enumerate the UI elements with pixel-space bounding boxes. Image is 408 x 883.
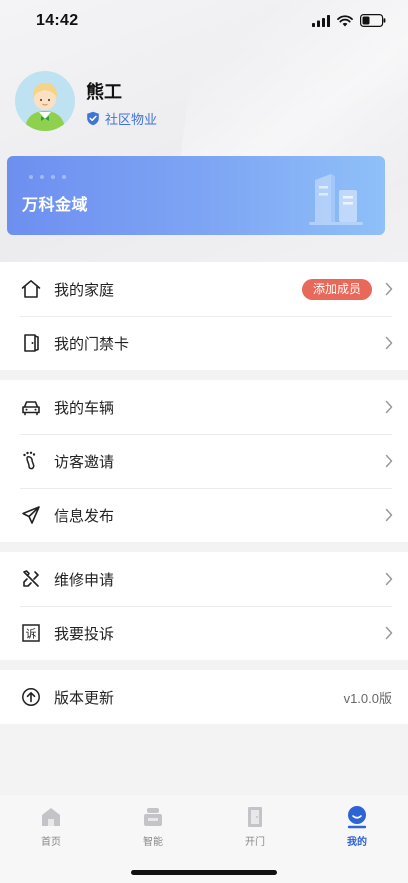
menu-item-visitor-invite[interactable]: 访客邀请	[0, 434, 408, 488]
tab-smart[interactable]: 智能	[102, 805, 204, 848]
door-open-icon	[248, 807, 262, 827]
footprint-icon	[20, 450, 42, 472]
avatar-illustration-icon	[15, 71, 75, 131]
menu-group-support: 维修申请 诉 我要投诉	[0, 552, 408, 660]
menu-label: 我的门禁卡	[54, 335, 130, 353]
complaint-icon: 诉	[20, 622, 42, 644]
menu-group-version: 版本更新 v1.0.0版	[0, 670, 408, 724]
signal-icon	[312, 14, 330, 27]
status-bar: 14:42	[0, 0, 408, 44]
role-label: 社区物业	[105, 112, 158, 127]
user-name: 熊工	[86, 82, 122, 102]
card-decoration-dots	[29, 175, 66, 179]
menu-label: 信息发布	[54, 507, 115, 525]
avatar[interactable]	[15, 71, 75, 131]
building-illustration-icon	[309, 174, 363, 225]
tab-label: 首页	[41, 837, 61, 848]
community-name: 万科金域	[22, 197, 89, 214]
menu-item-complaint[interactable]: 诉 我要投诉	[0, 606, 408, 660]
chevron-right-icon	[385, 282, 393, 296]
home-tab-icon	[42, 808, 60, 826]
tab-label: 开门	[245, 837, 265, 848]
tab-open-door[interactable]: 开门	[204, 805, 306, 848]
profile-screen: 14:42 熊工 社区物业 万科金域 我的家庭 添加成员 我的门禁卡 我的车辆 …	[0, 0, 408, 883]
chevron-right-icon	[385, 508, 393, 522]
menu-item-version-update[interactable]: 版本更新 v1.0.0版	[0, 670, 408, 724]
menu-item-repair[interactable]: 维修申请	[0, 552, 408, 606]
chevron-right-icon	[385, 400, 393, 414]
shield-check-icon	[87, 111, 99, 126]
menu-label: 我要投诉	[54, 625, 115, 643]
tools-icon	[20, 568, 42, 590]
menu-group-family: 我的家庭 添加成员 我的门禁卡	[0, 262, 408, 370]
car-icon	[20, 396, 42, 418]
tab-label: 智能	[143, 837, 163, 848]
chevron-right-icon	[385, 572, 393, 586]
role-badge: 社区物业	[86, 109, 157, 128]
chevron-right-icon	[385, 454, 393, 468]
add-member-badge[interactable]: 添加成员	[301, 279, 372, 300]
menu-item-family[interactable]: 我的家庭 添加成员	[0, 262, 408, 316]
profile-face-icon	[347, 806, 367, 829]
menu-item-access-card[interactable]: 我的门禁卡	[0, 316, 408, 370]
menu-label: 维修申请	[54, 571, 115, 589]
home-indicator[interactable]	[131, 870, 277, 875]
battery-icon	[360, 14, 386, 27]
menu-item-vehicles[interactable]: 我的车辆	[0, 380, 408, 434]
robot-icon	[144, 808, 162, 826]
menu-label: 我的车辆	[54, 399, 115, 417]
status-icons	[312, 14, 386, 27]
community-card[interactable]: 万科金域	[7, 156, 385, 235]
status-time: 14:42	[36, 12, 79, 29]
wifi-icon	[337, 14, 353, 26]
send-icon	[20, 504, 42, 526]
menu-group-services: 我的车辆 访客邀请 信息发布	[0, 380, 408, 542]
complaint-icon-char: 诉	[26, 627, 37, 640]
tab-mine[interactable]: 我的	[306, 805, 408, 848]
chevron-right-icon	[385, 336, 393, 350]
menu-label: 我的家庭	[54, 281, 115, 299]
tab-label: 我的	[347, 837, 367, 848]
upload-icon	[20, 686, 42, 708]
menu-item-publish-info[interactable]: 信息发布	[0, 488, 408, 542]
chevron-right-icon	[385, 626, 393, 640]
home-icon	[20, 278, 42, 300]
door-icon	[20, 332, 42, 354]
version-value: v1.0.0版	[343, 691, 392, 706]
menu-label: 版本更新	[54, 689, 115, 707]
menu-label: 访客邀请	[54, 453, 115, 471]
tab-home[interactable]: 首页	[0, 805, 102, 848]
